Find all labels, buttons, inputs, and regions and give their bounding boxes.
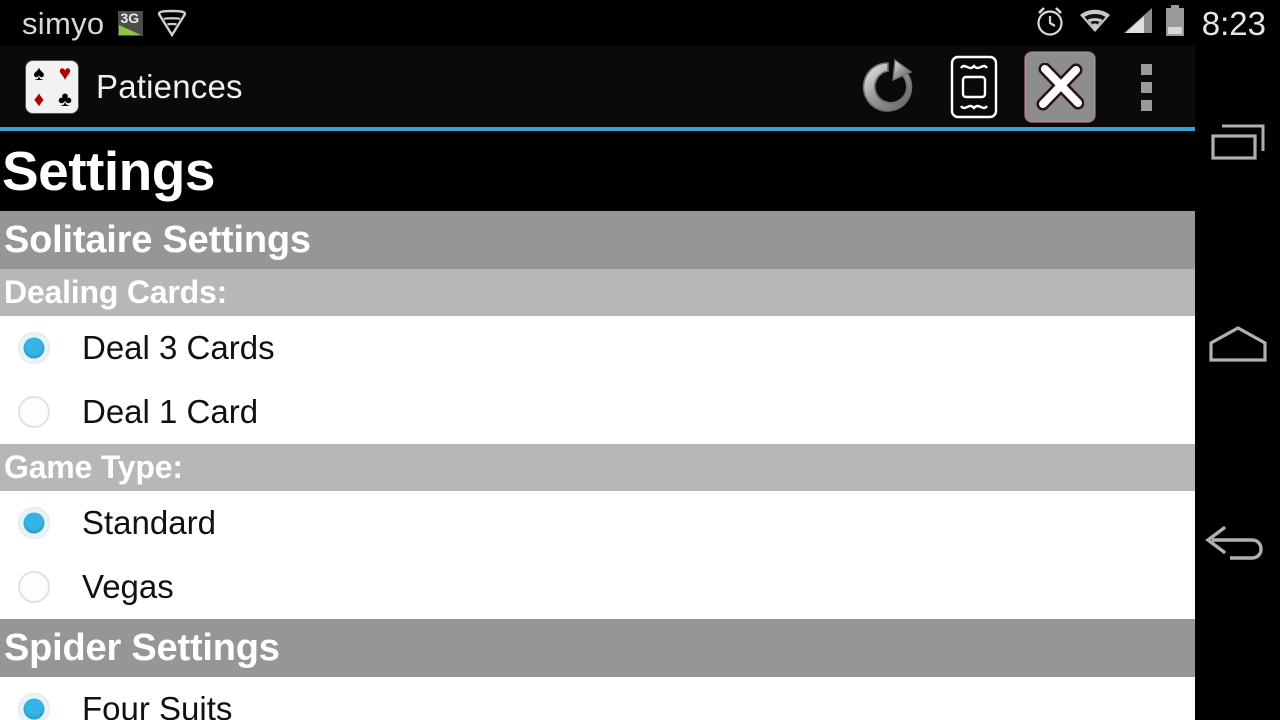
heart-icon: ♥ [58, 62, 72, 85]
carrier-label: simyo [22, 5, 105, 41]
page-title: Settings [2, 140, 215, 202]
app-title: Patiences [96, 68, 243, 105]
radio-button-selected-icon[interactable] [18, 693, 50, 720]
back-button[interactable] [1195, 446, 1280, 646]
back-arrow-icon [1202, 520, 1274, 573]
overflow-menu-button[interactable] [1103, 46, 1189, 128]
cellular-signal-icon [1123, 7, 1153, 40]
status-bar: simyo 3G 8:23 [0, 0, 1280, 46]
clock-label: 8:23 [1201, 4, 1266, 42]
radio-option-four-suits[interactable]: Four Suits [0, 677, 1195, 720]
card-back-button[interactable] [931, 46, 1017, 128]
wifi-icon [1078, 7, 1112, 40]
settings-section: Solitaire Settings Dealing Cards: Deal 3… [0, 211, 1195, 619]
x-icon [1024, 51, 1096, 123]
sub-header-game-type: Game Type: [0, 444, 1195, 491]
overflow-dots-icon [1140, 63, 1152, 111]
radio-option-deal-1-card[interactable]: Deal 1 Card [0, 380, 1195, 444]
restart-game-button[interactable] [845, 46, 931, 128]
radio-label: Four Suits [82, 690, 233, 720]
settings-section: Spider Settings Four Suits [0, 619, 1195, 720]
app-icon: ♠ ♥ ♦ ♣ [26, 61, 78, 113]
section-header-solitaire: Solitaire Settings [0, 211, 1195, 269]
radio-group-spider-suits: Four Suits [0, 677, 1195, 720]
radio-label: Deal 1 Card [82, 393, 259, 430]
radio-button-selected-icon[interactable] [18, 332, 50, 364]
radio-option-standard[interactable]: Standard [0, 491, 1195, 555]
section-header-spider: Spider Settings [0, 619, 1195, 677]
radio-option-vegas[interactable]: Vegas [0, 555, 1195, 619]
3g-data-icon: 3G [118, 10, 144, 36]
android-screen: simyo 3G 8:23 ♠ ♥ ♦ ♣ Patiences Settings… [0, 0, 1280, 720]
close-button[interactable] [1017, 46, 1103, 128]
radio-button-unselected-icon[interactable] [18, 396, 50, 428]
action-bar: ♠ ♥ ♦ ♣ Patiences [0, 46, 1195, 128]
radio-label: Deal 3 Cards [82, 329, 275, 366]
home-icon [1207, 323, 1269, 370]
diamond-icon: ♦ [33, 88, 45, 111]
radio-label: Standard [82, 504, 216, 541]
circular-refresh-icon [847, 46, 929, 128]
recent-apps-icon [1208, 121, 1268, 172]
status-bar-left: simyo 3G [22, 8, 187, 39]
alarm-clock-icon [1033, 4, 1067, 43]
battery-icon [1164, 4, 1186, 42]
spade-icon: ♠ [33, 62, 45, 85]
navigation-bar [1195, 46, 1280, 720]
settings-content: Settings Solitaire Settings Dealing Card… [0, 131, 1195, 720]
action-bar-actions [845, 46, 1195, 128]
radio-label: Vegas [82, 568, 174, 605]
vpn-shield-icon [157, 9, 187, 37]
playing-card-icon [933, 46, 1015, 128]
recent-apps-button[interactable] [1195, 46, 1280, 246]
radio-button-selected-icon[interactable] [18, 507, 50, 539]
radio-button-unselected-icon[interactable] [18, 571, 50, 603]
radio-option-deal-3-cards[interactable]: Deal 3 Cards [0, 316, 1195, 380]
sub-header-dealing-cards: Dealing Cards: [0, 269, 1195, 316]
status-bar-right: 8:23 [1033, 4, 1266, 43]
club-icon: ♣ [58, 88, 72, 111]
home-button[interactable] [1195, 246, 1280, 446]
radio-group-dealing-cards: Deal 3 Cards Deal 1 Card [0, 316, 1195, 444]
radio-group-game-type: Standard Vegas [0, 491, 1195, 619]
